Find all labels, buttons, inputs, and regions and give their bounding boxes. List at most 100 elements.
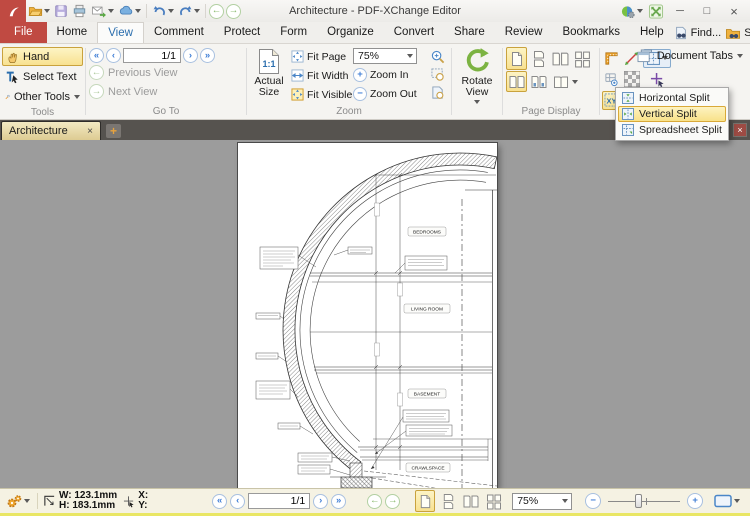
rotate-view-dropdown-arrow[interactable] bbox=[474, 100, 480, 104]
two-pages-continuous-button[interactable] bbox=[572, 47, 593, 70]
email-button[interactable] bbox=[89, 1, 116, 21]
marquee-zoom-button[interactable] bbox=[429, 66, 446, 83]
minimize-button[interactable]: ─ bbox=[667, 2, 693, 20]
select-text-button[interactable]: Select Text bbox=[2, 67, 83, 86]
status-previous-view-button[interactable]: ← bbox=[367, 494, 382, 509]
actual-size-button[interactable]: 1:1 Actual Size bbox=[247, 46, 291, 106]
fit-page-button[interactable]: Fit Page bbox=[291, 47, 353, 66]
zoom-combo-dropdown-arrow[interactable] bbox=[407, 54, 413, 58]
save-button[interactable] bbox=[52, 1, 70, 21]
redo-dropdown-arrow[interactable] bbox=[194, 9, 200, 13]
status-two-pages-button[interactable] bbox=[461, 490, 481, 512]
document-tabs-dropdown-arrow[interactable] bbox=[737, 54, 743, 58]
right-to-left-button[interactable] bbox=[528, 71, 549, 92]
document-view[interactable]: BEDROOMS LIVING ROOM BASEMENT CRAWLSPACE bbox=[0, 140, 750, 488]
document-tab-architecture[interactable]: Architecture × bbox=[1, 121, 101, 140]
search-button[interactable]: Search... bbox=[725, 26, 750, 40]
status-zoom-out-button[interactable]: − bbox=[585, 493, 601, 509]
other-tools-button[interactable]: Other Tools bbox=[2, 87, 83, 106]
ui-options-button[interactable] bbox=[618, 1, 645, 21]
find-button[interactable]: Find... bbox=[674, 26, 722, 40]
cloud-share-button[interactable] bbox=[116, 1, 143, 21]
status-options-dropdown-arrow[interactable] bbox=[24, 499, 30, 503]
rulers-button[interactable] bbox=[604, 51, 619, 66]
menu-item-horizontal-split[interactable]: Horizontal Split bbox=[618, 90, 726, 106]
hand-tool-button[interactable]: Hand bbox=[2, 47, 83, 66]
continuous-button[interactable] bbox=[528, 47, 549, 70]
fit-visible-button[interactable]: Fit Visible bbox=[291, 85, 353, 104]
zoom-level-combo[interactable]: 75% bbox=[353, 48, 417, 64]
open-dropdown-arrow[interactable] bbox=[44, 9, 50, 13]
tab-home[interactable]: Home bbox=[47, 22, 98, 43]
menu-item-spreadsheet-split[interactable]: Spreadsheet Split bbox=[618, 122, 726, 138]
tab-help[interactable]: Help bbox=[630, 22, 674, 43]
status-next-view-button[interactable]: → bbox=[385, 494, 400, 509]
single-page-button[interactable] bbox=[506, 47, 527, 70]
status-first-page-button[interactable]: « bbox=[212, 494, 227, 509]
tab-organize[interactable]: Organize bbox=[317, 22, 384, 43]
status-continuous-button[interactable] bbox=[438, 490, 458, 512]
other-tools-dropdown-arrow[interactable] bbox=[74, 95, 80, 99]
tab-protect[interactable]: Protect bbox=[214, 22, 270, 43]
status-options-button[interactable] bbox=[4, 491, 32, 511]
previous-view-button[interactable]: ← Previous View bbox=[86, 63, 246, 82]
zoom-out-button[interactable]: − Zoom Out bbox=[353, 84, 429, 103]
last-page-button[interactable]: » bbox=[200, 48, 215, 63]
maximize-button[interactable]: □ bbox=[694, 2, 720, 20]
zoom-slider-thumb[interactable] bbox=[635, 494, 642, 508]
close-document-button[interactable]: × bbox=[733, 123, 747, 137]
status-zoom-dropdown-arrow[interactable] bbox=[562, 499, 568, 503]
email-dropdown-arrow[interactable] bbox=[108, 9, 114, 13]
tab-view[interactable]: View bbox=[97, 22, 144, 43]
loupe-tool-button[interactable] bbox=[429, 84, 446, 101]
view-mode-dropdown-arrow[interactable] bbox=[734, 499, 740, 503]
book-view-button[interactable] bbox=[550, 71, 571, 92]
ui-options-dropdown-arrow[interactable] bbox=[637, 9, 643, 13]
two-pages-button[interactable] bbox=[550, 47, 571, 70]
open-button[interactable] bbox=[26, 1, 52, 21]
page-number-field[interactable] bbox=[123, 48, 181, 63]
first-page-button[interactable]: « bbox=[89, 48, 104, 63]
fullscreen-button[interactable] bbox=[646, 1, 666, 21]
fit-width-button[interactable]: Fit Width bbox=[291, 66, 353, 85]
tab-comment[interactable]: Comment bbox=[144, 22, 214, 43]
snap-button[interactable] bbox=[650, 72, 665, 87]
tab-bookmarks[interactable]: Bookmarks bbox=[552, 22, 630, 43]
print-button[interactable] bbox=[70, 1, 89, 21]
tab-convert[interactable]: Convert bbox=[384, 22, 444, 43]
view-mode-button[interactable] bbox=[712, 491, 742, 511]
show-grid-button[interactable] bbox=[604, 72, 619, 87]
history-back-button[interactable]: ← bbox=[209, 4, 224, 19]
tab-share[interactable]: Share bbox=[444, 22, 495, 43]
next-view-button[interactable]: → Next View bbox=[86, 82, 246, 101]
tab-form[interactable]: Form bbox=[270, 22, 317, 43]
status-next-page-button[interactable]: › bbox=[313, 494, 328, 509]
status-previous-page-button[interactable]: ‹ bbox=[230, 494, 245, 509]
rotate-view-button[interactable]: Rotate View bbox=[452, 44, 502, 119]
redo-button[interactable] bbox=[176, 1, 202, 21]
cloud-dropdown-arrow[interactable] bbox=[135, 9, 141, 13]
status-zoom-in-button[interactable]: + bbox=[687, 493, 703, 509]
undo-dropdown-arrow[interactable] bbox=[168, 9, 174, 13]
status-page-number-field[interactable] bbox=[248, 493, 310, 509]
status-single-page-button[interactable] bbox=[415, 490, 435, 512]
pdf-page[interactable]: BEDROOMS LIVING ROOM BASEMENT CRAWLSPACE bbox=[238, 143, 497, 488]
new-tab-button[interactable]: + bbox=[106, 124, 121, 138]
close-button[interactable]: × bbox=[721, 2, 747, 20]
zoom-slider[interactable] bbox=[608, 493, 680, 509]
transparency-grid-button[interactable] bbox=[624, 71, 640, 87]
page-display-dropdown-arrow[interactable] bbox=[572, 80, 578, 84]
show-cover-page-button[interactable] bbox=[506, 71, 527, 92]
undo-button[interactable] bbox=[150, 1, 176, 21]
zoom-in-button[interactable]: + Zoom In bbox=[353, 65, 429, 84]
menu-item-vertical-split[interactable]: Vertical Split bbox=[618, 106, 726, 122]
status-last-page-button[interactable]: » bbox=[331, 494, 346, 509]
document-tabs-button[interactable]: Document Tabs bbox=[637, 49, 743, 63]
status-zoom-combo[interactable]: 75% bbox=[512, 493, 572, 510]
tab-review[interactable]: Review bbox=[495, 22, 553, 43]
zoom-tool-button[interactable] bbox=[429, 48, 446, 65]
next-page-button[interactable]: › bbox=[183, 48, 198, 63]
tab-close-icon[interactable]: × bbox=[77, 126, 93, 137]
previous-page-button[interactable]: ‹ bbox=[106, 48, 121, 63]
history-forward-button[interactable]: → bbox=[226, 4, 241, 19]
